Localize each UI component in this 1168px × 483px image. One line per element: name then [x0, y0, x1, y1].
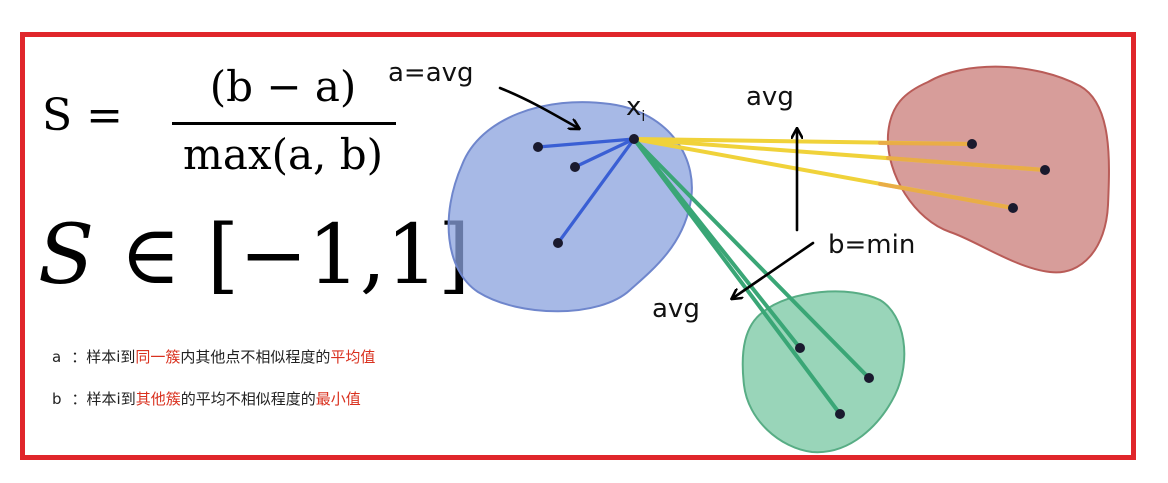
label-avg-bottom: avg [652, 294, 700, 324]
label-avg-right: avg [746, 82, 794, 112]
label-xi-sub: i [641, 109, 646, 126]
red-cluster [886, 65, 1110, 274]
blue-cluster [447, 101, 693, 313]
point-green [835, 409, 845, 419]
point-red [1040, 165, 1050, 175]
point-green [864, 373, 874, 383]
cluster-diagram [447, 65, 1110, 454]
point-blue [553, 238, 563, 248]
point-red [967, 139, 977, 149]
point-blue [570, 162, 580, 172]
label-xi-main: x [626, 92, 642, 122]
point-green [795, 343, 805, 353]
point-blue [533, 142, 543, 152]
point-red [1008, 203, 1018, 213]
point-xi [629, 134, 639, 144]
label-xi: xi [626, 92, 645, 125]
label-b-min: b=min [828, 230, 916, 260]
label-a-avg: a=avg [388, 58, 474, 88]
